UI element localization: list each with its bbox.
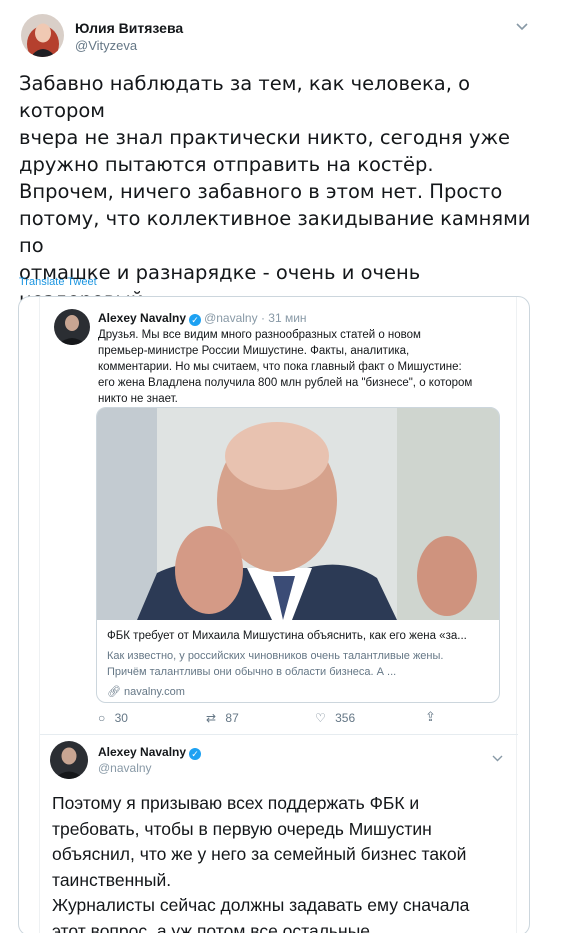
heart-icon: ♡ [315, 711, 326, 725]
verified-badge-icon: ✓ [189, 314, 202, 326]
translate-link[interactable]: Translate Tweet [19, 276, 97, 288]
tweet-container: Юлия Витязева @Vityzeva Забавно наблюдат… [0, 0, 567, 933]
quoted-author-name: Alexey Navalny [98, 311, 187, 325]
link-icon: 🔗︎ [107, 686, 121, 698]
screenshot-content: Alexey Navalny ✓ @navalny · 31 мин Друзья.… [39, 297, 518, 933]
reply-icon: ○ [98, 711, 106, 725]
second-author-name: Alexey Navalny [98, 745, 187, 759]
second-handle-row: @navalny [98, 761, 152, 775]
quoted-meta: Alexey Navalny ✓ @navalny · 31 мин [98, 311, 307, 326]
chevron-down-icon [492, 749, 503, 765]
reply-action: ○ 30 [98, 711, 128, 725]
second-author-handle: @navalny [98, 761, 152, 775]
quoted-text: Друзья. Мы все видим много разнообразных… [98, 329, 473, 405]
retweet-icon: ⇄ [206, 711, 217, 725]
share-icon: ⇪ [425, 709, 436, 724]
like-action: ♡ 356 [315, 711, 355, 725]
quoted-author-handle: @navalny [204, 311, 258, 325]
reply-count: 30 [114, 711, 128, 725]
card-link: 🔗︎ navalny.com [107, 685, 185, 698]
second-author-avatar [50, 741, 88, 779]
author-handle[interactable]: @Vityzeva [75, 38, 137, 53]
verified-badge-icon: ✓ [189, 748, 202, 760]
second-text: Поэтому я призываю всех поддержать ФБК и… [52, 793, 470, 933]
second-meta: Alexey Navalny ✓ [98, 745, 204, 760]
retweet-action: ⇄ 87 [206, 711, 239, 725]
author-name[interactable]: Юлия Витязева [75, 20, 183, 36]
card-title: ФБК требует от Михаила Мишустина объясни… [107, 630, 467, 642]
quoted-time: · 31 мин [260, 311, 307, 325]
attached-image[interactable]: Alexey Navalny ✓ @navalny · 31 мин Друзья.… [18, 296, 530, 933]
card-photo [97, 408, 499, 620]
link-card: ФБК требует от Михаила Мишустина объясни… [96, 407, 500, 703]
like-count: 356 [335, 711, 356, 725]
quoted-author-avatar [54, 309, 90, 345]
chevron-down-icon[interactable] [516, 18, 528, 34]
author-avatar[interactable] [21, 14, 64, 57]
card-description: Как известно, у российских чиновников оч… [107, 650, 444, 678]
card-link-text: navalny.com [124, 686, 185, 698]
divider [40, 734, 518, 735]
retweet-count: 87 [225, 711, 239, 725]
